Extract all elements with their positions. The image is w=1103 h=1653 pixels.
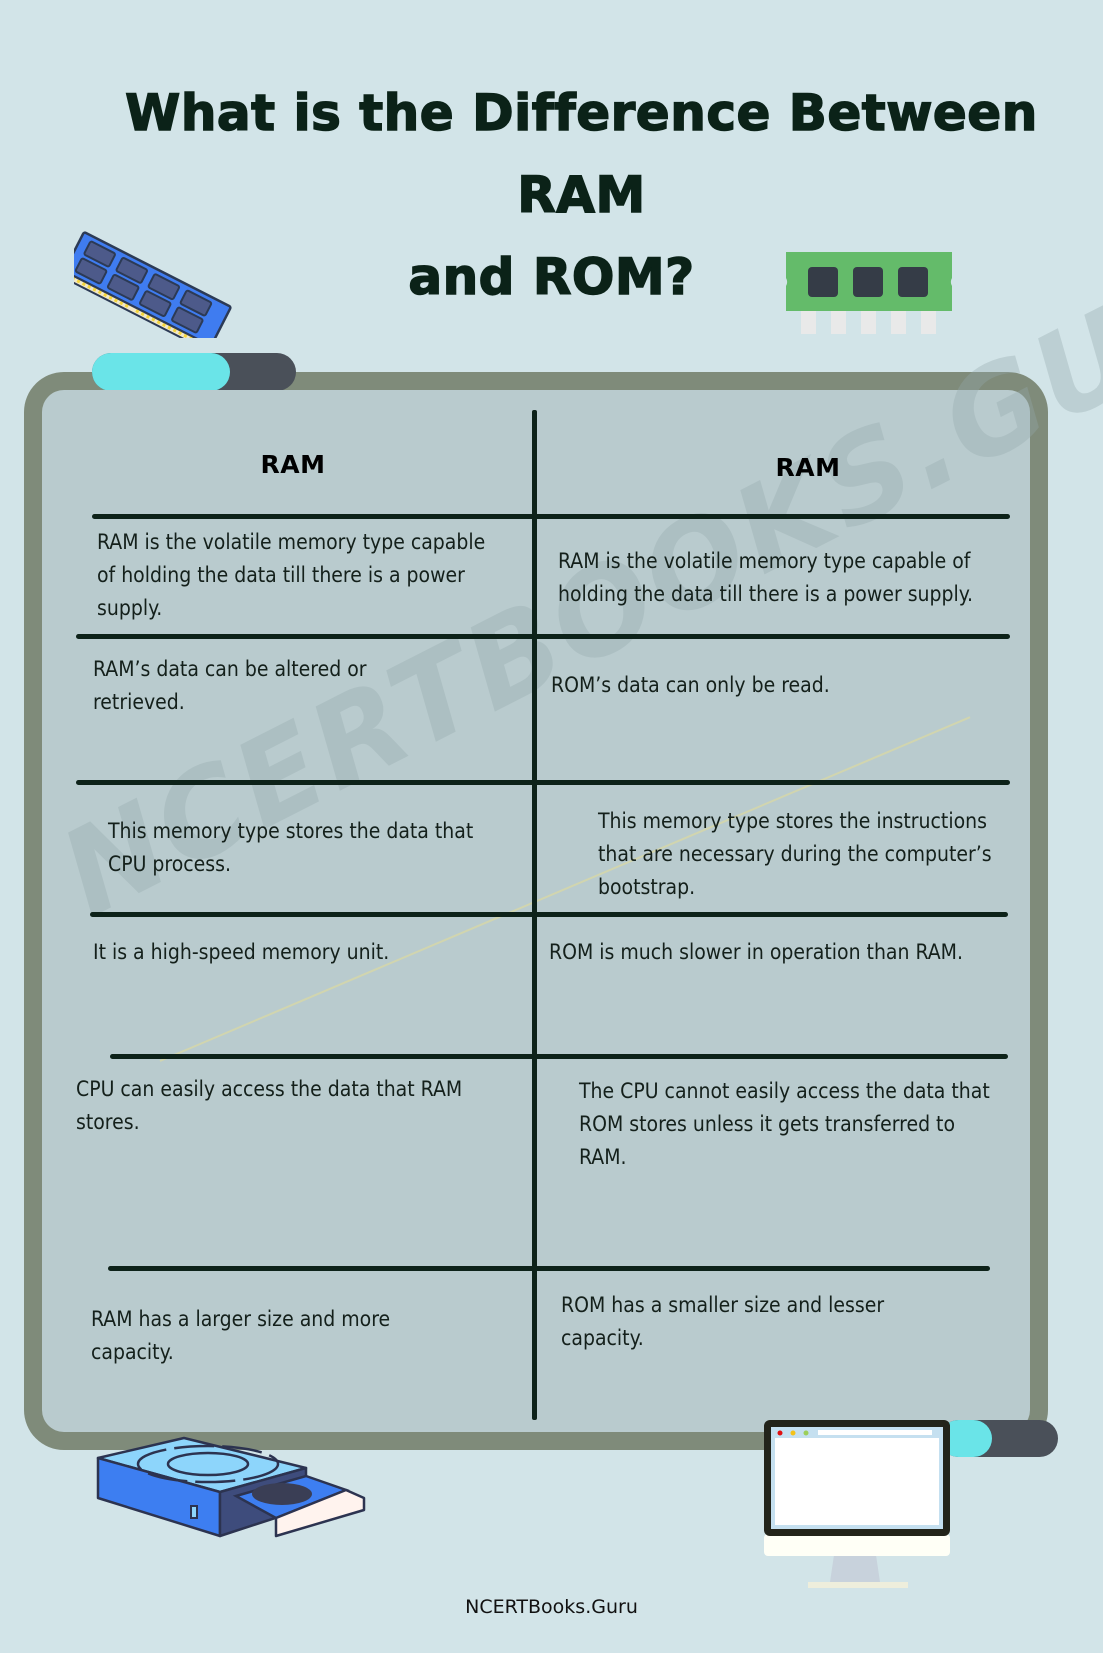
table-cell: ROM has a smaller size and lesser capaci… — [561, 1293, 885, 1350]
table-cell: ROM is much slower in operation than RAM… — [549, 940, 963, 964]
table-cell: It is a high-speed memory unit. — [93, 940, 390, 964]
column-header-left: RAM — [260, 450, 326, 479]
row-divider — [90, 912, 1008, 917]
table-cell: RAM is the volatile memory type capable … — [558, 549, 973, 606]
table-cell: The CPU cannot easily access the data th… — [579, 1079, 990, 1169]
decorative-pill-top — [92, 353, 296, 391]
optical-drive-icon — [96, 1436, 366, 1538]
pill-fill — [92, 353, 230, 391]
memory-chip-icon — [786, 252, 952, 334]
row-divider — [76, 780, 1010, 785]
table-cell: ROM’s data can only be read. — [551, 673, 830, 697]
table-cell: This memory type stores the instructions… — [598, 809, 992, 899]
table-cell: RAM’s data can be altered or retrieved. — [93, 657, 367, 714]
row-divider — [76, 634, 1010, 639]
column-header-right: RAM — [775, 453, 841, 482]
table-cell: This memory type stores the data that CP… — [108, 819, 474, 876]
row-divider — [92, 514, 1010, 519]
decorative-pill-bottom — [940, 1420, 1058, 1457]
ram-module-icon — [74, 231, 232, 338]
table-cell: RAM is the volatile memory type capable … — [97, 530, 486, 620]
table-cell: CPU can easily access the data that RAM … — [76, 1077, 463, 1134]
footer-site-name: NCERTBooks.Guru — [465, 1596, 638, 1618]
table-cell: RAM has a larger size and more capacity. — [91, 1307, 391, 1364]
desktop-monitor-icon — [764, 1420, 950, 1588]
row-divider — [108, 1266, 990, 1271]
row-divider — [110, 1054, 1008, 1059]
title-line-1: What is the Difference Between RAM — [124, 83, 1038, 225]
